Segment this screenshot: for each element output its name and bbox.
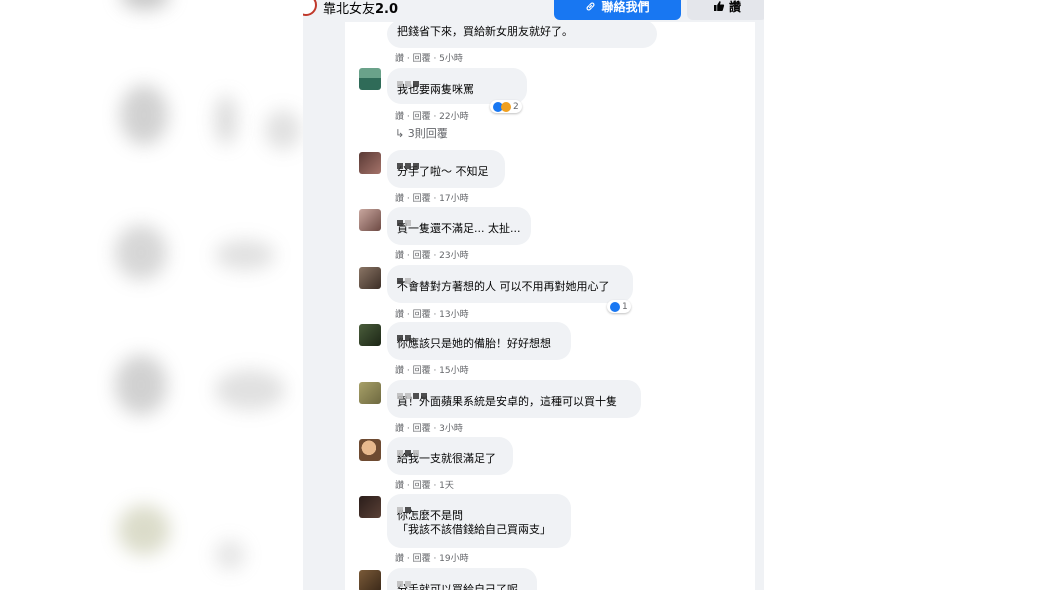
commenter-name-redacted[interactable] (397, 211, 521, 226)
comment-bubble: 你怎麼不是問 「我該不該借錢給自己買兩支」 (387, 494, 571, 548)
avatar[interactable] (359, 382, 381, 404)
comment-text: 買！外面蘋果系統是安卓的，這種可以買十隻 (397, 395, 617, 408)
like-page-button[interactable]: 讚 (687, 0, 764, 20)
comment-meta[interactable]: 讚 · 回覆 · 22小時 (395, 109, 469, 122)
comment-bubble: 給我一支就很滿足了 (387, 437, 513, 475)
blurred-background (0, 0, 303, 596)
thumbs-up-icon (713, 1, 725, 12)
comment-meta[interactable]: 讚 · 回覆 · 1天 (395, 478, 454, 491)
avatar[interactable] (359, 324, 381, 346)
commenter-name-redacted[interactable] (397, 154, 495, 169)
reply-arrow-icon: ↳ (395, 127, 408, 140)
commenter-name-redacted[interactable] (397, 72, 517, 87)
like-reaction-icon (610, 301, 620, 312)
comment-bubble: 你應該只是她的備胎！好好想想 (387, 322, 571, 360)
avatar[interactable] (359, 152, 381, 174)
view-replies-link[interactable]: ↳ 3則回覆 (395, 125, 448, 141)
comment-text: 分手了啦～ 不知足 (397, 165, 489, 178)
facebook-screenshot: 把錢省下來，買給新女朋友就好了。 讚 · 回覆 · 5小時 我也要兩隻咪罵 2 … (303, 0, 764, 596)
page-logo[interactable] (303, 0, 317, 16)
comment-meta[interactable]: 讚 · 回覆 · 3小時 (395, 421, 463, 434)
page-name[interactable]: 靠北女友2.0 (323, 0, 398, 17)
comment-meta[interactable]: 讚 · 回覆 · 15小時 (395, 363, 469, 376)
comment-meta[interactable]: 讚 · 回覆 · 13小時 (395, 307, 469, 320)
bottom-margin (0, 590, 1060, 596)
comment-meta[interactable]: 讚 · 回覆 · 19小時 (395, 551, 469, 564)
comment-bubble: 分手了啦～ 不知足 (387, 150, 505, 188)
comment-bubble: 不會替對方著想的人 可以不用再對她用心了 (387, 265, 633, 303)
comment-bubble: 買！外面蘋果系統是安卓的，這種可以買十隻 (387, 380, 641, 418)
avatar[interactable] (359, 209, 381, 231)
page-header: 靠北女友2.0 聯絡我們 讚 (303, 0, 764, 22)
comment-text: 你應該只是她的備胎！好好想想 (397, 337, 551, 350)
avatar[interactable] (359, 68, 381, 90)
reaction-count[interactable]: 1 (607, 300, 631, 313)
comment-feed: 把錢省下來，買給新女朋友就好了。 讚 · 回覆 · 5小時 我也要兩隻咪罵 2 … (345, 0, 755, 596)
avatar[interactable] (359, 267, 381, 289)
commenter-name-redacted[interactable] (397, 572, 527, 587)
commenter-name-redacted[interactable] (397, 498, 561, 513)
contact-us-button[interactable]: 聯絡我們 (554, 0, 681, 20)
comment-bubble: 買一隻還不滿足... 太扯... (387, 207, 531, 245)
comment-text: 不會替對方著想的人 可以不用再對她用心了 (397, 280, 610, 293)
comment-text-line-2: 「我該不該借錢給自己買兩支」 (397, 523, 551, 536)
commenter-name-redacted[interactable] (397, 441, 503, 456)
comment-bubble: 我也要兩隻咪罵 (387, 68, 527, 104)
avatar[interactable] (359, 570, 381, 592)
avatar[interactable] (359, 439, 381, 461)
commenter-name-redacted[interactable] (397, 269, 623, 284)
comment-text: 買一隻還不滿足... 太扯... (397, 222, 521, 235)
right-margin (764, 0, 1060, 596)
haha-reaction-icon (501, 101, 511, 112)
comment-meta[interactable]: 讚 · 回覆 · 23小時 (395, 248, 469, 261)
comment-meta[interactable]: 讚 · 回覆 · 5小時 (395, 51, 463, 64)
avatar[interactable] (359, 496, 381, 518)
commenter-name-redacted[interactable] (397, 384, 631, 399)
link-icon (586, 2, 595, 10)
comment-meta[interactable]: 讚 · 回覆 · 17小時 (395, 191, 469, 204)
comment-text: 把錢省下來，買給新女朋友就好了。 (397, 25, 573, 38)
commenter-name-redacted[interactable] (397, 326, 561, 341)
reaction-count[interactable]: 2 (490, 100, 522, 113)
comment-text: 你怎麼不是問 (397, 509, 463, 522)
comment-bubble: 把錢省下來，買給新女朋友就好了。 (387, 20, 657, 48)
